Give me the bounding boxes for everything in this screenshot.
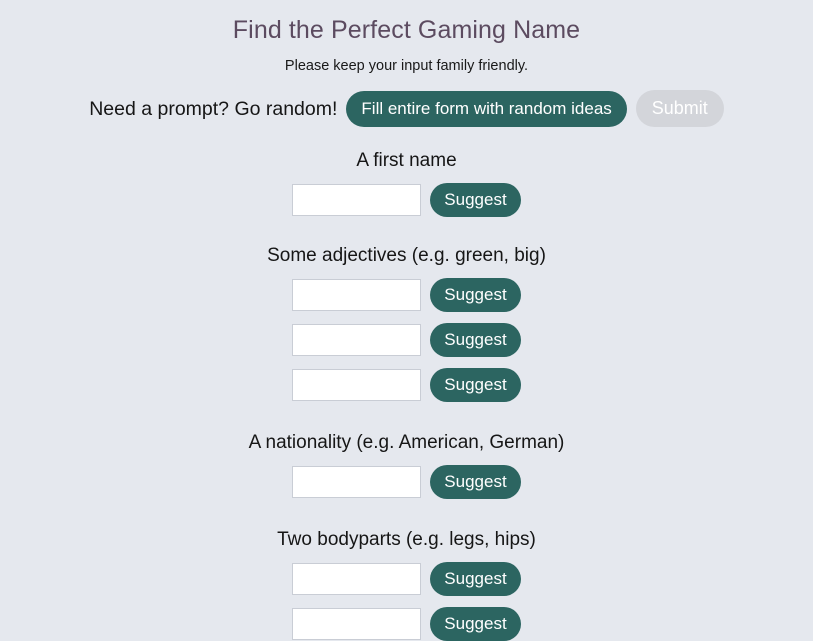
adjective-input-1[interactable]	[292, 279, 422, 311]
random-prompt-label: Need a prompt? Go random!	[89, 97, 338, 120]
field-row: Suggest	[292, 465, 521, 499]
field-label-adjectives: Some adjectives (e.g. green, big)	[267, 245, 546, 266]
page-subtitle: Please keep your input family friendly.	[284, 58, 529, 74]
field-row: Suggest	[292, 368, 521, 402]
adjective-input-2[interactable]	[292, 324, 422, 356]
section-bodyparts: Two bodyparts (e.g. legs, hips) Suggest …	[0, 527, 813, 641]
field-label-bodyparts: Two bodyparts (e.g. legs, hips)	[277, 529, 536, 550]
section-first-name: A first name Suggest	[0, 148, 813, 217]
field-label-first-name: A first name	[356, 150, 457, 171]
page-container: Find the Perfect Gaming Name Please keep…	[0, 0, 813, 641]
suggest-button[interactable]: Suggest	[430, 465, 521, 499]
page-title: Find the Perfect Gaming Name	[232, 16, 581, 44]
section-nationality: A nationality (e.g. American, German) Su…	[0, 430, 813, 499]
suggest-button[interactable]: Suggest	[430, 323, 521, 357]
field-label-nationality: A nationality (e.g. American, German)	[248, 432, 565, 453]
suggest-button[interactable]: Suggest	[430, 562, 521, 596]
suggest-button[interactable]: Suggest	[430, 278, 521, 312]
field-row: Suggest	[292, 562, 521, 596]
fill-form-random-button[interactable]: Fill entire form with random ideas	[346, 90, 627, 127]
submit-button[interactable]: Submit	[635, 90, 724, 127]
section-adjectives: Some adjectives (e.g. green, big) Sugges…	[0, 243, 813, 402]
suggest-button[interactable]: Suggest	[430, 183, 521, 217]
bodypart-input-2[interactable]	[292, 608, 422, 640]
nationality-input[interactable]	[292, 466, 422, 498]
random-prompt-row: Need a prompt? Go random! Fill entire fo…	[89, 90, 724, 127]
field-row: Suggest	[292, 323, 521, 357]
field-row: Suggest	[292, 278, 521, 312]
adjective-input-3[interactable]	[292, 369, 422, 401]
bodypart-input-1[interactable]	[292, 563, 422, 595]
field-row: Suggest	[292, 183, 521, 217]
first-name-input[interactable]	[292, 184, 422, 216]
suggest-button[interactable]: Suggest	[430, 368, 521, 402]
